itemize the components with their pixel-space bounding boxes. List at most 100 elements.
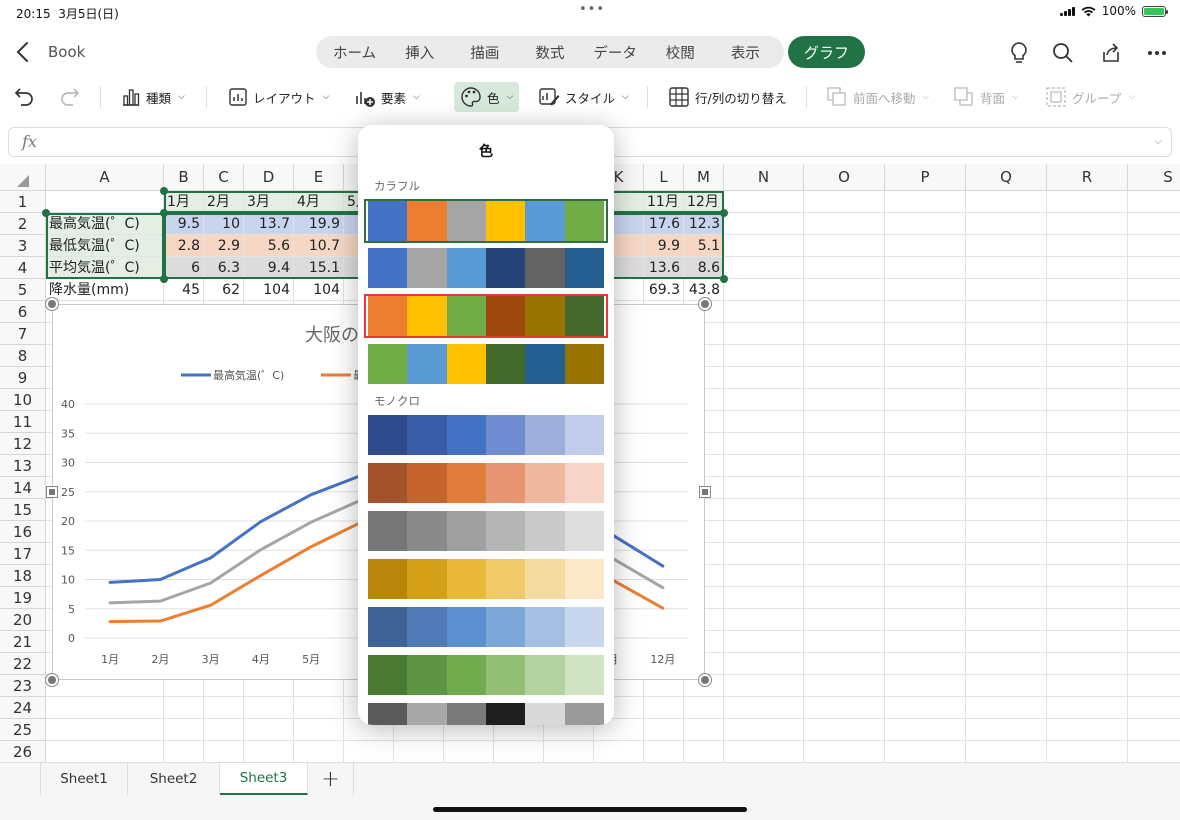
colorful-palette-4[interactable]	[364, 342, 608, 386]
sheet-tab-sheet3[interactable]: Sheet3	[220, 763, 308, 795]
resize-handle[interactable]	[700, 487, 710, 497]
row-header-21[interactable]: 21	[0, 631, 46, 653]
cell-a5[interactable]: 降水量(mm)	[46, 279, 163, 301]
tab-chart[interactable]: グラフ	[788, 36, 865, 68]
column-header-l[interactable]: L	[644, 164, 684, 191]
chart-type-button[interactable]: 種類 ⌵	[121, 82, 185, 112]
mono-palette-6[interactable]	[364, 653, 608, 697]
row-header-10[interactable]: 10	[0, 389, 46, 411]
multitask-dots[interactable]: •••	[579, 2, 605, 17]
column-header-c[interactable]: C	[204, 164, 244, 191]
colorful-palette-2[interactable]	[364, 246, 608, 290]
column-header-m[interactable]: M	[684, 164, 724, 191]
share-icon[interactable]	[1098, 40, 1124, 66]
mono-palette-2[interactable]	[364, 461, 608, 505]
mono-palette-7[interactable]	[364, 701, 608, 725]
chart-layout-button[interactable]: レイアウト ⌵	[228, 82, 329, 112]
row-header-14[interactable]: 14	[0, 477, 46, 499]
column-header-s[interactable]: S	[1128, 164, 1180, 191]
row-header-17[interactable]: 17	[0, 543, 46, 565]
row-header-18[interactable]: 18	[0, 565, 46, 587]
redo-icon[interactable]	[58, 84, 82, 108]
selection-handle[interactable]	[160, 275, 168, 283]
tab-data[interactable]: データ	[583, 42, 648, 63]
row-header-16[interactable]: 16	[0, 521, 46, 543]
cell-l5[interactable]: 69.3	[644, 279, 683, 301]
row-header-1[interactable]: 1	[0, 191, 46, 213]
column-header-r[interactable]: R	[1047, 164, 1128, 191]
home-indicator[interactable]	[433, 807, 747, 812]
tab-formulas[interactable]: 数式	[517, 42, 582, 63]
selection-handle[interactable]	[42, 209, 50, 217]
row-header-23[interactable]: 23	[0, 675, 46, 697]
cell-d5[interactable]: 104	[244, 279, 293, 301]
row-header-6[interactable]: 6	[0, 301, 46, 323]
resize-handle[interactable]	[47, 487, 57, 497]
column-header-a[interactable]: A	[46, 164, 164, 191]
row-header-11[interactable]: 11	[0, 411, 46, 433]
select-all-corner[interactable]	[0, 164, 46, 191]
chart-elements-button[interactable]: 要素 ⌵	[354, 82, 420, 112]
row-header-26[interactable]: 26	[0, 741, 46, 762]
colorful-palette-1[interactable]	[364, 199, 608, 243]
row-header-24[interactable]: 24	[0, 697, 46, 719]
row-header-25[interactable]: 25	[0, 719, 46, 741]
resize-handle[interactable]	[699, 298, 711, 310]
search-icon[interactable]	[1050, 40, 1076, 66]
function-icon[interactable]: fx	[22, 132, 37, 151]
resize-handle[interactable]	[46, 298, 58, 310]
sheet-tab-sheet1[interactable]: Sheet1	[40, 763, 128, 795]
chart-style-button[interactable]: スタイル ⌵	[538, 82, 629, 112]
row-header-13[interactable]: 13	[0, 455, 46, 477]
group-button[interactable]: グループ ⌵	[1045, 82, 1135, 112]
row-header-8[interactable]: 8	[0, 345, 46, 367]
row-header-9[interactable]: 9	[0, 367, 46, 389]
row-header-20[interactable]: 20	[0, 609, 46, 631]
resize-handle[interactable]	[46, 674, 58, 686]
row-header-15[interactable]: 15	[0, 499, 46, 521]
tab-review[interactable]: 校閲	[648, 42, 713, 63]
back-icon[interactable]	[12, 38, 36, 66]
colorful-palette-3[interactable]	[364, 294, 608, 338]
row-header-4[interactable]: 4	[0, 257, 46, 279]
column-header-o[interactable]: O	[804, 164, 885, 191]
row-header-12[interactable]: 12	[0, 433, 46, 455]
tab-insert[interactable]: 挿入	[387, 42, 452, 63]
column-header-p[interactable]: P	[885, 164, 966, 191]
column-header-d[interactable]: D	[244, 164, 294, 191]
row-header-19[interactable]: 19	[0, 587, 46, 609]
bring-forward-button[interactable]: 前面へ移動 ⌵	[826, 82, 929, 112]
selection-handle[interactable]	[720, 209, 728, 217]
undo-icon[interactable]	[12, 84, 36, 108]
mono-palette-5[interactable]	[364, 605, 608, 649]
selection-handle[interactable]	[720, 275, 728, 283]
selection-handle[interactable]	[160, 209, 168, 217]
mono-palette-3[interactable]	[364, 509, 608, 553]
cell-b5[interactable]: 45	[164, 279, 203, 301]
add-sheet-button[interactable]: +	[308, 763, 354, 795]
column-header-q[interactable]: Q	[966, 164, 1047, 191]
chart-color-button[interactable]: 色 ⌵	[454, 82, 520, 112]
tab-home[interactable]: ホーム	[322, 42, 387, 63]
resize-handle[interactable]	[699, 674, 711, 686]
row-header-5[interactable]: 5	[0, 279, 46, 301]
more-icon[interactable]	[1144, 40, 1170, 66]
cell-e5[interactable]: 104	[294, 279, 343, 301]
column-header-n[interactable]: N	[724, 164, 804, 191]
lightbulb-icon[interactable]	[1006, 40, 1032, 66]
row-header-7[interactable]: 7	[0, 323, 46, 345]
column-header-b[interactable]: B	[164, 164, 204, 191]
sheet-tab-sheet2[interactable]: Sheet2	[128, 763, 220, 795]
tab-draw[interactable]: 描画	[452, 42, 517, 63]
chevron-down-icon[interactable]: ⌵	[1154, 136, 1162, 147]
row-header-3[interactable]: 3	[0, 235, 46, 257]
mono-palette-4[interactable]	[364, 557, 608, 601]
cell-c5[interactable]: 62	[204, 279, 243, 301]
row-header-2[interactable]: 2	[0, 213, 46, 235]
tab-view[interactable]: 表示	[713, 42, 778, 63]
selection-handle[interactable]	[160, 187, 168, 195]
send-backward-button[interactable]: 背面 ⌵	[953, 82, 1019, 112]
mono-palette-1[interactable]	[364, 413, 608, 457]
switch-row-column-button[interactable]: 行/列の切り替え	[668, 82, 787, 112]
column-header-e[interactable]: E	[294, 164, 344, 191]
